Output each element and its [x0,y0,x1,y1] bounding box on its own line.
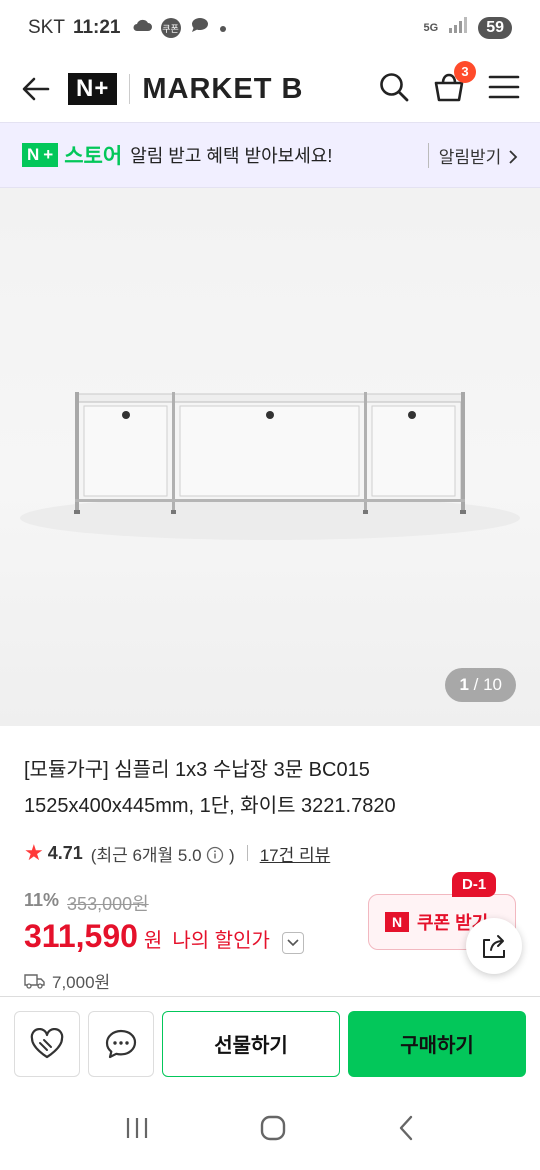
recent-apps-icon[interactable] [124,1116,150,1145]
product-title: [모듈가구] 심플리 1x3 수납장 3문 BC015 1525x400x445… [24,752,514,824]
subscribe-alarm-link[interactable]: 알림받기 [427,142,518,168]
naver-n-icon: N [385,912,409,932]
chat-bubble-icon [105,1029,137,1058]
cart-count-badge: 3 [454,60,476,83]
truck-icon [24,973,45,989]
cloud-icon [131,17,153,39]
product-image-gallery[interactable]: 1 / 10 [0,188,540,726]
shipping-fee: 7,000원 [24,968,110,993]
store-name[interactable]: MARKET B [142,73,303,106]
rating-meta: (최근 6개월 5.0 ) [91,841,235,866]
product-title-line: 1525x400x445mm, 1단, 화이트 3221.7820 [24,795,396,817]
bottom-action-bar: 선물하기 구매하기 [0,996,540,1090]
naver-plus-logo[interactable]: N+ [68,73,118,105]
talk-button[interactable] [88,1010,154,1077]
network-icon: 5G [423,22,439,34]
price-detail-toggle[interactable] [281,932,304,954]
wishlist-button[interactable] [14,1010,80,1077]
home-icon[interactable] [259,1114,287,1147]
menu-icon[interactable] [488,74,520,105]
back-nav-icon[interactable] [396,1114,416,1147]
chevron-right-icon [509,149,518,164]
chevron-down-icon [287,939,299,947]
my-price-label: 나의 할인가 [172,930,270,952]
promo-message: 알림 받고 혜택 받아보세요! [130,146,333,166]
signal-icon [448,16,468,40]
star-icon: ★ [24,840,44,865]
coupon-deadline-badge: D-1 [452,872,497,897]
info-icon[interactable] [206,846,224,864]
arrow-left-icon [22,77,50,101]
divider [246,845,248,861]
chat-notification-icon [189,16,211,40]
buy-button[interactable]: 구매하기 [348,1010,526,1077]
status-bar: SKT 11:21 쿠폰 5G 59 [0,0,540,56]
clock: 11:21 [72,17,121,38]
system-navigation-bar [0,1090,540,1170]
share-button[interactable] [466,918,522,974]
image-current: 1 [459,675,469,694]
store-label: 스토어 [64,145,123,168]
discount-percent: 11% [24,890,60,910]
sale-price: 311,590 [24,918,138,954]
rating-recent-close: ) [229,845,235,865]
image-total: / 10 [473,675,502,694]
rating-value: 4.71 [47,842,83,863]
shipping-fee-value: 7,000원 [52,973,111,992]
app-header: N+ MARKET B 3 [0,56,540,122]
product-photo [20,392,520,540]
coupon-notification-icon: 쿠폰 [160,18,181,38]
battery-indicator: 59 [478,17,512,39]
price-row: 311,590 원 나의 할인가 [24,918,304,955]
price-unit: 원 [143,930,163,952]
rating-row: ★ 4.71 (최근 6개월 5.0 ) 17건 리뷰 [24,840,330,866]
search-icon[interactable] [378,71,410,108]
image-counter: 1 / 10 [445,668,516,702]
divider [129,74,131,104]
heart-icon [30,1027,64,1058]
gift-button[interactable]: 선물하기 [162,1010,340,1077]
more-notifications-icon [219,17,227,39]
naver-plus-store-logo: N + [22,143,59,167]
product-title-line: [모듈가구] 심플리 1x3 수납장 3문 BC015 [24,759,370,781]
subscribe-alarm-label: 알림받기 [438,147,502,167]
share-icon [483,935,505,958]
original-price: 353,000원 [67,894,149,914]
cart-button[interactable]: 3 [432,60,476,108]
discount-row: 11% 353,000원 [24,890,149,916]
review-count-link[interactable]: 17건 리뷰 [260,841,331,866]
rating-recent-label: (최근 6개월 5.0 [90,845,202,865]
back-button[interactable] [20,73,52,105]
notification-promo-banner[interactable]: N + 스토어 알림 받고 혜택 받아보세요! 알림받기 [0,122,540,188]
carrier: SKT [28,17,65,38]
